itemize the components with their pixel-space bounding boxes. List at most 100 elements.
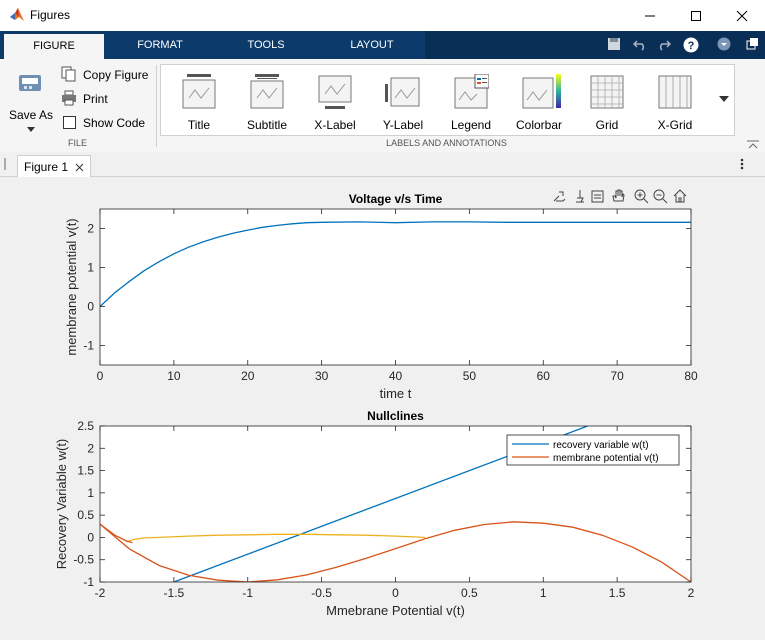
x-tick-label: 10 xyxy=(167,369,181,383)
x-tick-label: 80 xyxy=(684,369,698,383)
document-tab-bar: Figure 1 xyxy=(0,152,765,177)
undo-icon[interactable] xyxy=(633,37,647,51)
maximize-button[interactable] xyxy=(673,0,719,31)
show-code-label: Show Code xyxy=(83,116,146,130)
gallery-xgrid-button[interactable]: X-Grid xyxy=(645,71,705,133)
x-tick-label: 50 xyxy=(463,369,477,383)
zoom-out-icon[interactable] xyxy=(653,189,668,204)
more-options-icon[interactable] xyxy=(740,158,744,170)
show-code-checkbox[interactable]: Show Code xyxy=(60,114,152,132)
title-icon xyxy=(182,74,216,109)
gallery-colorbar-label: Colorbar xyxy=(515,118,563,132)
x-axis-label: time t xyxy=(380,386,412,401)
save-icon[interactable] xyxy=(607,37,621,51)
axes-voltage-time[interactable]: 0 10 20 30 40 50 60 70 80 -1 0 1 2 Voltage v/s Time ti… xyxy=(64,192,698,401)
figure-tab-label: Figure 1 xyxy=(24,160,69,174)
export-icon[interactable] xyxy=(553,191,566,202)
y-axis-label: membrane potential v(t) xyxy=(64,218,79,355)
checkbox-box[interactable] xyxy=(63,116,76,129)
copy-figure-button[interactable]: Copy Figure xyxy=(60,66,152,84)
y-tick-label: -0.5 xyxy=(73,553,94,567)
matlab-logo-icon xyxy=(10,8,24,21)
axes-toolbar xyxy=(553,189,687,204)
legend: recovery variable w(t) membrane potential… xyxy=(506,434,680,466)
tab-drag-handle-icon xyxy=(4,158,6,170)
subtitle-icon xyxy=(250,74,284,109)
collapse-ribbon-icon[interactable] xyxy=(746,139,760,149)
help-icon[interactable]: ? xyxy=(683,37,699,53)
caret-down-icon xyxy=(27,127,35,132)
gallery-subtitle-button[interactable]: Subtitle xyxy=(237,71,297,133)
y-tick-label: 2 xyxy=(87,441,94,455)
x-tick-label: -0.5 xyxy=(311,586,332,600)
x-tick-label: 60 xyxy=(537,369,551,383)
pan-hand-icon[interactable] xyxy=(612,189,625,202)
close-tab-icon[interactable] xyxy=(75,163,84,172)
window-title: Figures xyxy=(30,8,71,22)
datatip-icon[interactable] xyxy=(591,190,604,203)
y-axis-label: Recovery Variable w(t) xyxy=(54,439,69,570)
y-tick-label: 1 xyxy=(87,261,94,275)
x-tick-label: -2 xyxy=(95,586,106,600)
annotations-section-label: LABELS AND ANNOTATIONS xyxy=(386,138,507,148)
ylabel-icon xyxy=(385,77,420,107)
svg-text:?: ? xyxy=(688,40,695,52)
window-titlebar: Figures xyxy=(0,0,765,31)
x-tick-label: -1.5 xyxy=(164,586,185,600)
gallery-xlabel-label: X-Label xyxy=(314,118,356,132)
y-tick-label: 0 xyxy=(87,530,94,544)
gallery-ylabel-button[interactable]: Y-Label xyxy=(373,71,433,133)
brush-icon[interactable] xyxy=(576,190,584,203)
y-tick-label: 1 xyxy=(87,486,94,500)
print-label: Print xyxy=(83,92,108,106)
tab-tools[interactable]: TOOLS xyxy=(216,31,316,59)
axes-nullclines[interactable]: -2 -1.5 -1 -0.5 0 0.5 1 1.5 2 -1 -0.5 0 0.5 1 1.5 2 2.5 N… xyxy=(54,409,695,618)
figure-canvas: 0 10 20 30 40 50 60 70 80 -1 0 1 2 Voltage v/s Time ti… xyxy=(0,177,765,635)
x-tick-label: 30 xyxy=(315,369,329,383)
save-as-icon xyxy=(19,75,41,91)
legend-icon xyxy=(454,74,489,109)
minimize-button[interactable] xyxy=(627,0,673,31)
undock-icon[interactable] xyxy=(745,37,759,51)
chart-title: Voltage v/s Time xyxy=(349,192,443,206)
tab-figure-1[interactable]: Figure 1 xyxy=(17,155,91,177)
close-icon xyxy=(736,10,748,22)
tab-figure[interactable]: FIGURE xyxy=(4,34,104,59)
gallery-title-label: Title xyxy=(187,118,211,132)
x-tick-label: 40 xyxy=(389,369,403,383)
zoom-in-icon[interactable] xyxy=(634,189,649,204)
xgrid-icon xyxy=(658,75,692,109)
minimize-icon xyxy=(645,15,655,17)
gallery-subtitle-label: Subtitle xyxy=(246,118,288,132)
x-tick-label: 1.5 xyxy=(609,586,626,600)
file-section-label: FILE xyxy=(67,138,87,148)
tab-format[interactable]: FORMAT xyxy=(110,31,210,59)
close-button[interactable] xyxy=(719,0,765,31)
home-icon[interactable] xyxy=(673,189,687,203)
gallery-expand-button[interactable] xyxy=(713,64,739,134)
x-tick-label: 2 xyxy=(688,586,695,600)
x-axis-label: Mmebrane Potential v(t) xyxy=(326,603,465,618)
printer-icon xyxy=(62,90,76,106)
gallery-xlabel-button[interactable]: X-Label xyxy=(305,71,365,133)
gallery-legend-label: Legend xyxy=(450,118,492,132)
xlabel-icon xyxy=(318,75,352,109)
gallery-colorbar-button[interactable]: Colorbar xyxy=(509,71,569,133)
tab-layout[interactable]: LAYOUT xyxy=(322,31,422,59)
ribbon-tab-strip: FIGURE FORMAT TOOLS LAYOUT ? xyxy=(0,31,765,59)
save-as-button[interactable]: Save As xyxy=(5,65,53,135)
gallery-grid-button[interactable]: Grid xyxy=(577,71,637,133)
redo-icon[interactable] xyxy=(657,37,671,51)
gallery-legend-button[interactable]: Legend xyxy=(441,71,501,133)
plot-area xyxy=(100,209,691,365)
x-tick-label: -1 xyxy=(242,586,253,600)
gallery-title-button[interactable]: Title xyxy=(169,71,229,133)
gallery-ylabel-label: Y-Label xyxy=(382,118,424,132)
section-divider xyxy=(156,65,157,147)
chevron-down-icon[interactable] xyxy=(717,37,731,51)
copy-figure-label: Copy Figure xyxy=(83,68,149,82)
y-tick-label: 1.5 xyxy=(77,464,94,478)
y-tick-label: -1 xyxy=(83,575,94,589)
maximize-icon xyxy=(691,11,701,21)
print-button[interactable]: Print xyxy=(60,90,152,108)
